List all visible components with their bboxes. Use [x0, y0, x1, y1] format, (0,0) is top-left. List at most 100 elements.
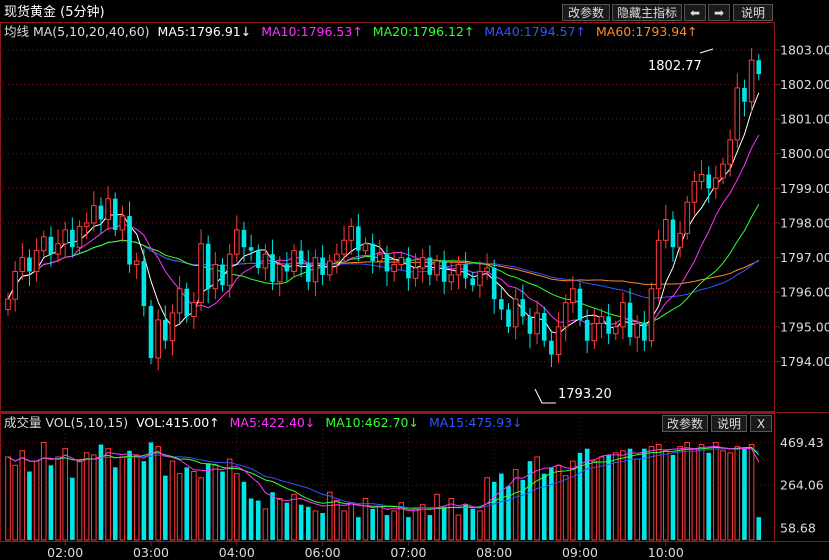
volume-bar-up	[155, 446, 161, 541]
volume-bar-up	[234, 473, 240, 541]
candle-body-up	[691, 180, 698, 203]
help-button[interactable]: 说明	[733, 4, 773, 21]
candle-body-up	[698, 173, 705, 182]
candle-body-up	[76, 225, 83, 248]
candle-body-up	[198, 243, 204, 304]
time-axis: 02:00 03:00 04:00 06:00 07:00 08:00 09:00 10:00	[47, 541, 684, 560]
time-tick-label: 06:00	[305, 545, 341, 560]
candle-body-up	[534, 312, 540, 335]
volume-bar-down	[27, 471, 32, 540]
candle-body-down	[627, 302, 633, 338]
volume-bar-down	[370, 508, 375, 540]
volume-bar-down	[491, 481, 497, 540]
candle-body-up	[212, 264, 219, 290]
candle-body-up	[341, 239, 347, 255]
volume-bar-up	[191, 471, 197, 541]
vol-help-button[interactable]: 说明	[711, 415, 747, 432]
price-tick-label: 1803.00	[780, 42, 829, 57]
vol-change-params-button[interactable]: 改参数	[662, 415, 708, 432]
next-arrow-icon[interactable]: ➡	[708, 4, 730, 21]
volume-bar-up	[19, 450, 26, 541]
candle-body-down	[491, 267, 497, 300]
volume-bar-up	[133, 454, 140, 541]
candle-body-up	[512, 298, 519, 328]
candle-body-down	[127, 216, 132, 265]
time-tick-label: 08:00	[476, 545, 512, 560]
price-tick-label: 1802.00	[780, 77, 829, 92]
candle-body-down	[163, 319, 168, 341]
volume-bar-up	[598, 456, 605, 541]
volume-bar-down	[284, 502, 290, 540]
price-ma-lines	[7, 92, 760, 335]
candle-body-down	[98, 205, 104, 220]
volume-bar-down	[356, 517, 361, 540]
candle-body-down	[577, 288, 583, 320]
volume-tick-label: 58.68	[780, 520, 816, 535]
candle-body-down	[642, 323, 647, 341]
candle-body-down	[298, 250, 304, 265]
candle-body-up	[40, 236, 47, 252]
volume-bar-down	[706, 452, 711, 540]
volume-bar-down	[48, 465, 54, 540]
candle-body-up	[412, 267, 419, 279]
volume-bar-up	[555, 464, 562, 541]
volume-bar-down	[427, 515, 433, 540]
candle-body-down	[406, 257, 411, 279]
candle-body-down	[742, 87, 747, 102]
vol-close-button[interactable]: X	[750, 415, 772, 432]
change-params-button[interactable]: 改参数	[562, 4, 610, 21]
volume-bar-up	[684, 441, 691, 541]
volume-bar-down	[148, 442, 154, 540]
volume-bar-up	[55, 456, 61, 541]
candle-body-down	[549, 340, 554, 355]
time-tick-label: 02:00	[47, 545, 83, 560]
candle-body-up	[684, 201, 691, 234]
volume-bar-up	[655, 444, 662, 541]
volume-bar-down	[520, 479, 526, 540]
candle-body-up	[133, 260, 140, 266]
volume-bar-up	[698, 444, 705, 541]
low-label: 1793.20	[558, 387, 612, 402]
candle-body-up	[598, 315, 605, 324]
candle-body-up	[55, 243, 61, 255]
price-tick-label: 1796.00	[780, 285, 829, 300]
volume-bar-down	[163, 475, 168, 540]
hide-main-indicator-button[interactable]: 隐藏主指标	[612, 4, 682, 21]
candle-body-up	[176, 288, 183, 314]
vol-legend-label: 成交量 VOL(5,10,15)	[4, 415, 128, 430]
candle-body-down	[241, 229, 247, 248]
volume-bar-down	[506, 486, 511, 540]
candle-body-up	[191, 302, 197, 317]
prev-arrow-icon[interactable]: ⬅	[684, 4, 706, 21]
volume-bar-down	[255, 500, 261, 540]
candle-body-down	[184, 288, 190, 317]
volume-bar-down	[406, 517, 411, 540]
candle-body-up	[377, 253, 383, 262]
volume-bar-up	[677, 446, 683, 541]
volume-bar-down	[441, 506, 447, 540]
candle-body-up	[448, 274, 455, 283]
candle-body-down	[284, 264, 290, 272]
candle-body-down	[384, 254, 390, 272]
candle-body-down	[48, 236, 54, 255]
candle-body-up	[663, 219, 669, 241]
volume-bar-up	[105, 448, 111, 541]
price-tick-label: 1795.00	[780, 319, 829, 334]
candle-body-down	[141, 261, 147, 307]
volume-bar-up	[477, 510, 483, 541]
volume-bar-up	[634, 458, 641, 541]
volume-bar-up	[734, 446, 741, 541]
price-tick-label: 1799.00	[780, 181, 829, 196]
volume-bar-up	[212, 464, 219, 541]
volume-bar-up	[91, 454, 97, 541]
volume-bar-down	[606, 454, 611, 540]
price-tick-label: 1800.00	[780, 146, 829, 161]
volume-bar-up	[570, 460, 576, 541]
volume-bar-up	[33, 460, 40, 541]
volume-bar-down	[141, 461, 147, 540]
candle-body-up	[362, 243, 369, 252]
volume-bar-up	[434, 493, 440, 541]
vol-ma10-value: MA10:462.70↓	[325, 415, 419, 430]
volume-bar-up	[612, 452, 619, 541]
volume-bar-down	[127, 450, 132, 540]
